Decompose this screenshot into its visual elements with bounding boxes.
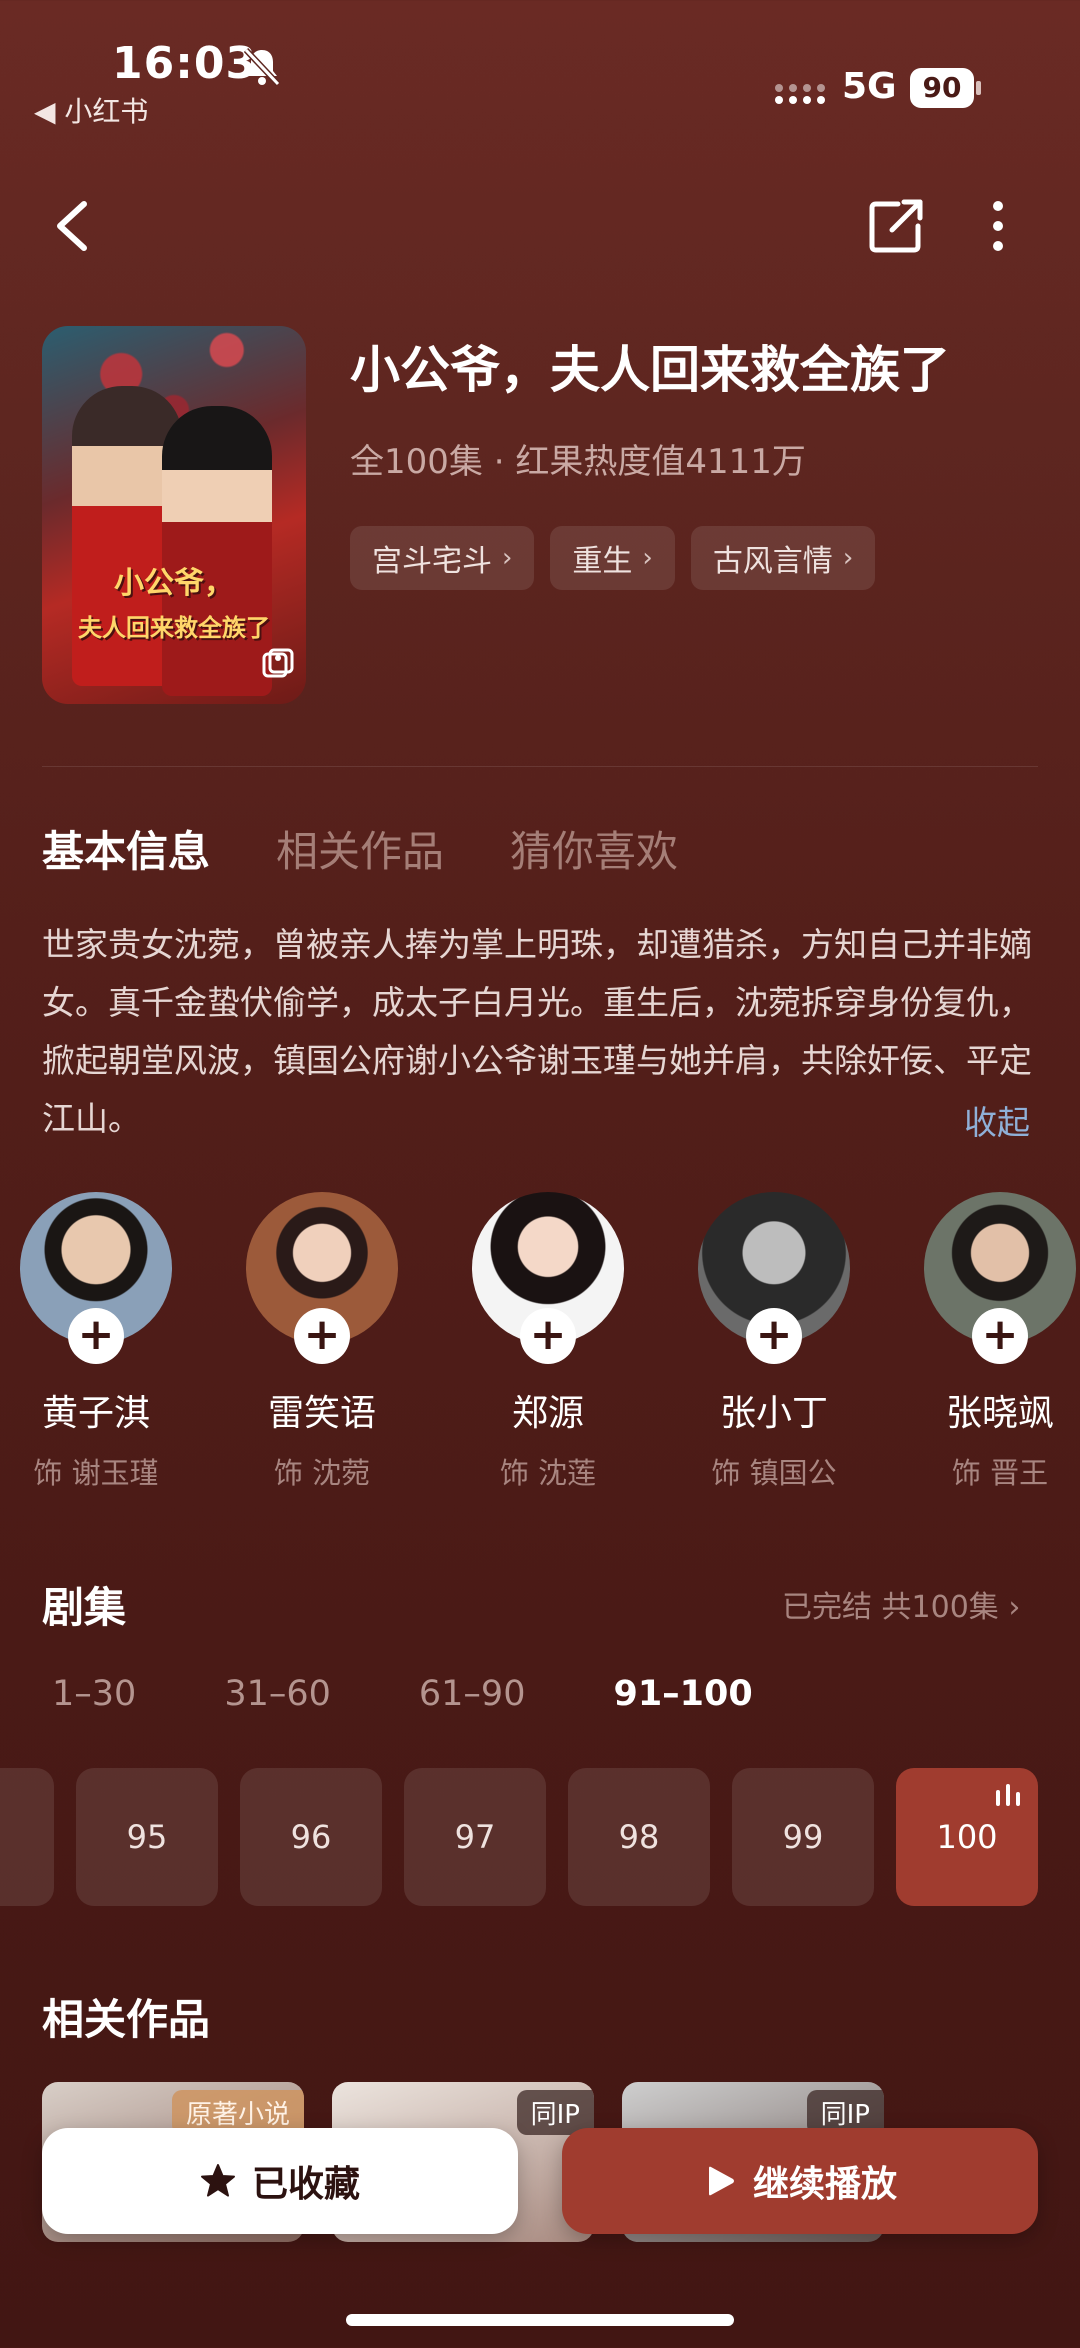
battery-icon: 90 bbox=[910, 68, 982, 108]
cast-member[interactable]: + 郑源 饰 沈莲 bbox=[448, 1192, 648, 1492]
avatar: + bbox=[246, 1192, 398, 1364]
related-works-title: 相关作品 bbox=[42, 1995, 211, 2044]
star-icon bbox=[200, 2164, 235, 2197]
chevron-right-icon: › bbox=[642, 543, 653, 573]
play-icon bbox=[708, 2166, 734, 2196]
tab-recommendations[interactable]: 猜你喜欢 bbox=[510, 818, 678, 879]
more-icon[interactable] bbox=[986, 198, 1010, 254]
favorited-button[interactable]: 已收藏 bbox=[42, 2128, 518, 2234]
gallery-icon[interactable] bbox=[260, 646, 296, 682]
episode-tile[interactable]: 96 bbox=[240, 1768, 382, 1906]
episode-tile[interactable]: 98 bbox=[568, 1768, 710, 1906]
synopsis-text: 世家贵女沈菀，曾被亲人捧为掌上明珠，却遭猎杀，方知自己并非嫡女。真千金蛰伏偷学，… bbox=[42, 925, 1032, 1138]
collapse-link[interactable]: 收起 bbox=[964, 1094, 1030, 1152]
tag-chip[interactable]: 古风言情 › bbox=[690, 526, 876, 590]
chevron-right-icon: › bbox=[842, 543, 854, 573]
episodes-status-link[interactable]: 已完结 共100集 › bbox=[782, 1582, 1020, 1626]
avatar: + bbox=[20, 1192, 172, 1364]
episode-range-tabs: 1–30 31–60 61–90 91–100 bbox=[52, 1674, 841, 1714]
range-tab-active[interactable]: 91–100 bbox=[613, 1674, 752, 1714]
divider bbox=[42, 766, 1038, 767]
cast-member[interactable]: + 黄子淇 饰 谢玉瑾 bbox=[0, 1192, 196, 1492]
follow-plus-icon[interactable]: + bbox=[294, 1308, 350, 1364]
cast-member[interactable]: + 张小丁 饰 镇国公 bbox=[674, 1192, 874, 1492]
home-indicator bbox=[346, 2314, 734, 2326]
show-title: 小公爷，夫人回来救全族了 bbox=[350, 341, 950, 399]
range-tab[interactable]: 31–60 bbox=[224, 1674, 331, 1714]
bell-off-icon bbox=[243, 47, 281, 87]
poster-title: 小公爷， 夫人回来救全族了 bbox=[78, 566, 270, 642]
episode-tile[interactable]: 99 bbox=[732, 1768, 874, 1906]
battery-level: 90 bbox=[910, 68, 974, 108]
episode-tile[interactable]: 95 bbox=[76, 1768, 218, 1906]
range-tab[interactable]: 1–30 bbox=[52, 1674, 136, 1714]
follow-plus-icon[interactable]: + bbox=[746, 1308, 802, 1364]
back-arrow-icon[interactable] bbox=[46, 196, 102, 256]
show-poster[interactable]: 小公爷， 夫人回来救全族了 bbox=[42, 326, 306, 704]
continue-play-button[interactable]: 继续播放 bbox=[562, 2128, 1038, 2234]
info-tabs: 基本信息 相关作品 猜你喜欢 bbox=[42, 818, 678, 879]
chevron-right-icon: › bbox=[1008, 1590, 1021, 1625]
cast-member[interactable]: + 张晓飒 饰 晋王 bbox=[900, 1192, 1080, 1492]
episode-tile[interactable]: 97 bbox=[404, 1768, 546, 1906]
tag-list: 宫斗宅斗 › 重生 › 古风言情 › bbox=[350, 526, 876, 590]
episode-tile-current[interactable]: 100 bbox=[896, 1768, 1038, 1906]
tag-chip[interactable]: 宫斗宅斗 › bbox=[350, 526, 535, 590]
chevron-right-icon: › bbox=[502, 543, 513, 573]
signal-icon bbox=[775, 84, 825, 104]
back-to-app-link[interactable]: ◀ 小红书 bbox=[34, 90, 148, 130]
avatar: + bbox=[924, 1192, 1076, 1364]
cast-member[interactable]: + 雷笑语 饰 沈菀 bbox=[222, 1192, 422, 1492]
show-info: 全100集 · 红果热度值4111万 bbox=[350, 442, 806, 482]
tab-related-works[interactable]: 相关作品 bbox=[276, 818, 444, 879]
avatar: + bbox=[698, 1192, 850, 1364]
playing-bars-icon bbox=[996, 1784, 1020, 1806]
tag-chip[interactable]: 重生 › bbox=[550, 526, 675, 590]
share-icon[interactable] bbox=[868, 196, 926, 254]
follow-plus-icon[interactable]: + bbox=[972, 1308, 1028, 1364]
status-time: 16:03 bbox=[112, 38, 258, 89]
avatar: + bbox=[472, 1192, 624, 1364]
range-tab[interactable]: 61–90 bbox=[419, 1674, 526, 1714]
episodes-title: 剧集 bbox=[42, 1583, 127, 1632]
network-type: 5G bbox=[842, 66, 897, 107]
episode-tile-partial[interactable] bbox=[0, 1768, 54, 1906]
tab-basic-info[interactable]: 基本信息 bbox=[42, 818, 210, 879]
follow-plus-icon[interactable]: + bbox=[68, 1308, 124, 1364]
follow-plus-icon[interactable]: + bbox=[520, 1308, 576, 1364]
